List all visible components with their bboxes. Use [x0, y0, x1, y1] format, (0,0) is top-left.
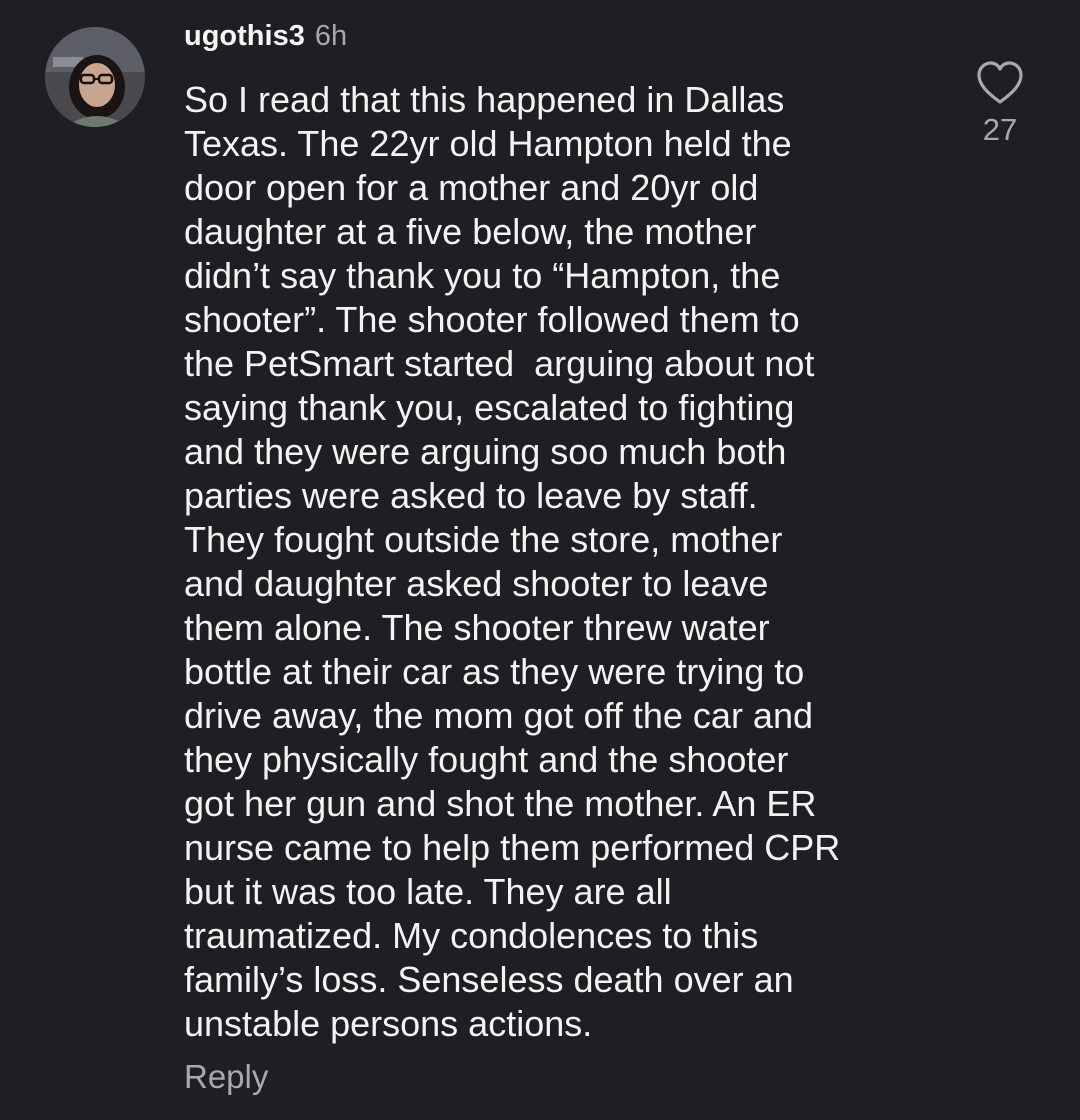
comment-line: bottle at their car as they were trying … [184, 651, 805, 692]
comment-header: ugothis3 6h [184, 20, 347, 60]
comment-line: drive away, the mom got off the car and [184, 695, 813, 736]
comment-body: So I read that this happened in Dallas T… [184, 78, 944, 1046]
timestamp: 6h [314, 20, 348, 52]
comment-line: parties were asked to leave by staff. [184, 475, 758, 516]
comment-item: ugothis3 6h So I read that this happened… [0, 0, 1080, 1120]
comment-line: them alone. The shooter threw water [184, 607, 770, 648]
comment-line: nurse came to help them performed CPR [184, 827, 841, 868]
comment-line: didn’t say thank you to “Hampton, the [184, 255, 781, 296]
comment-line: unstable persons actions. [184, 1003, 593, 1044]
like-control: 27 [968, 60, 1032, 148]
comment-line: So I read that this happened in Dallas [184, 79, 785, 120]
comment-line: shooter”. The shooter followed them to [184, 299, 800, 340]
comment-line: got her gun and shot the mother. An ER [184, 783, 817, 824]
comment-line: and they were arguing soo much both [184, 431, 787, 472]
comment-line: Texas. The 22yr old Hampton held the [184, 123, 792, 164]
comment-line: door open for a mother and 20yr old [184, 167, 759, 208]
comment-line: the PetSmart started arguing about not [184, 343, 815, 384]
comment-line: They fought outside the store, mother [184, 519, 783, 560]
comment-line: saying thank you, escalated to fighting [184, 387, 795, 428]
avatar[interactable] [45, 27, 145, 127]
comment-line: daughter at a five below, the mother [184, 211, 757, 252]
username[interactable]: ugothis3 [184, 20, 305, 53]
reply-button[interactable]: Reply [184, 1058, 268, 1096]
comment-line: and daughter asked shooter to leave [184, 563, 769, 604]
comment-line: family’s loss. Senseless death over an [184, 959, 794, 1000]
comment-line: but it was too late. They are all [184, 871, 672, 912]
comment-line: they physically fought and the shooter [184, 739, 789, 780]
like-count: 27 [982, 112, 1018, 147]
user-avatar-photo [45, 27, 145, 127]
comment-line: traumatized. My condolences to this [184, 915, 759, 956]
heart-outline-icon[interactable] [976, 60, 1024, 106]
